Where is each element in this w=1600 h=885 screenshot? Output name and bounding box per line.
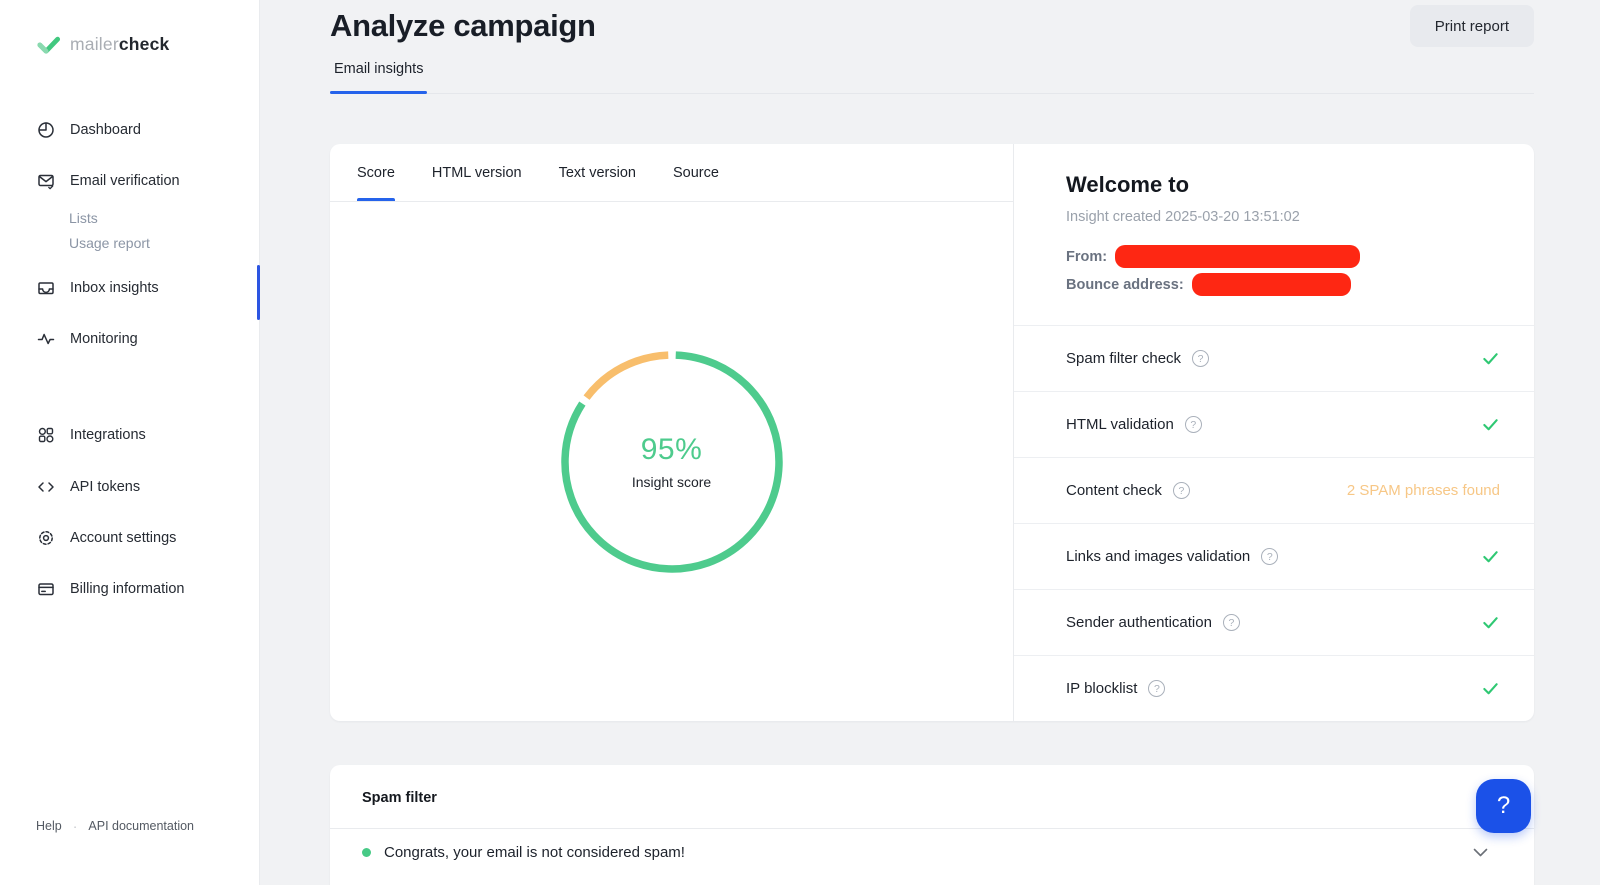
bounce-address-row: Bounce address: bbox=[1066, 273, 1502, 296]
check-pass-icon bbox=[1481, 613, 1500, 632]
question-mark-glyph: ? bbox=[1497, 792, 1510, 820]
check-row-spam-filter[interactable]: Spam filter check ? bbox=[1014, 325, 1534, 391]
sidebar-item-billing-information[interactable]: Billing information bbox=[0, 571, 259, 607]
insight-header: Welcome to Insight created 2025-03-20 13… bbox=[1014, 144, 1534, 325]
sidebar-item-label: Dashboard bbox=[70, 122, 141, 138]
sidebar-item-usage-report[interactable]: Usage report bbox=[0, 230, 259, 255]
score-tabs: Score HTML version Text version Source bbox=[330, 144, 1013, 202]
integrations-icon bbox=[37, 426, 55, 444]
sidebar-item-dashboard[interactable]: Dashboard bbox=[0, 112, 259, 148]
check-pass-icon bbox=[1481, 679, 1500, 698]
check-row-sender-authentication[interactable]: Sender authentication ? bbox=[1014, 589, 1534, 655]
sidebar-item-label: Email verification bbox=[70, 173, 180, 189]
insight-created-timestamp: Insight created 2025-03-20 13:51:02 bbox=[1066, 209, 1502, 225]
help-circle-icon[interactable]: ? bbox=[1185, 416, 1202, 433]
api-tokens-icon bbox=[37, 478, 55, 496]
from-label: From: bbox=[1066, 249, 1107, 265]
status-pass-dot bbox=[362, 848, 371, 857]
credit-card-icon bbox=[37, 580, 55, 598]
sidebar-subitem-label: Lists bbox=[69, 210, 98, 226]
insight-score-chart-area: 95% Insight score bbox=[330, 202, 1013, 721]
check-pass-icon bbox=[1481, 415, 1500, 434]
mailercheck-logo[interactable]: mailercheck bbox=[36, 32, 169, 57]
inbox-insights-icon bbox=[37, 279, 55, 297]
spam-filter-message: Congrats, your email is not considered s… bbox=[384, 844, 685, 861]
logo-check-icon bbox=[36, 32, 61, 57]
sidebar-item-monitoring[interactable]: Monitoring bbox=[0, 321, 259, 357]
check-row-links-images[interactable]: Links and images validation ? bbox=[1014, 523, 1534, 589]
from-value-redacted bbox=[1115, 245, 1360, 268]
main-content: Analyze campaign Print report Email insi… bbox=[260, 0, 1600, 885]
sidebar-item-account-settings[interactable]: Account settings bbox=[0, 520, 259, 556]
spam-filter-header: Spam filter bbox=[330, 765, 1534, 829]
page-tabs: Email insights bbox=[330, 60, 1534, 94]
dashboard-icon bbox=[37, 121, 55, 139]
page-header: Analyze campaign Print report bbox=[330, 0, 1534, 47]
print-report-button[interactable]: Print report bbox=[1410, 5, 1534, 47]
sidebar-nav: Dashboard Email verification Lists Usage… bbox=[0, 112, 259, 607]
sidebar-item-email-verification[interactable]: Email verification bbox=[0, 163, 259, 199]
help-circle-icon[interactable]: ? bbox=[1173, 482, 1190, 499]
tab-email-insights[interactable]: Email insights bbox=[330, 61, 427, 93]
check-label: Links and images validation bbox=[1066, 548, 1250, 565]
sidebar-item-label: Billing information bbox=[70, 581, 184, 597]
tab-source[interactable]: Source bbox=[673, 144, 719, 201]
check-row-content-check[interactable]: Content check ? 2 SPAM phrases found bbox=[1014, 457, 1534, 523]
help-link[interactable]: Help bbox=[36, 819, 62, 833]
from-row: From: bbox=[1066, 245, 1502, 268]
help-circle-icon[interactable]: ? bbox=[1148, 680, 1165, 697]
check-label: Sender authentication bbox=[1066, 614, 1212, 631]
sidebar-item-integrations[interactable]: Integrations bbox=[0, 417, 259, 453]
check-warning-text: 2 SPAM phrases found bbox=[1347, 482, 1500, 499]
tab-score[interactable]: Score bbox=[357, 144, 395, 201]
check-label: Spam filter check bbox=[1066, 350, 1181, 367]
sidebar-item-label: Account settings bbox=[70, 530, 176, 546]
insight-score-donut: 95% Insight score bbox=[557, 347, 787, 577]
insight-score-value: 95% bbox=[641, 433, 703, 467]
email-subject: Welcome to bbox=[1066, 172, 1502, 198]
bounce-address-label: Bounce address: bbox=[1066, 277, 1184, 293]
sidebar-item-inbox-insights[interactable]: Inbox insights bbox=[0, 270, 259, 306]
help-circle-icon[interactable]: ? bbox=[1192, 350, 1209, 367]
spam-filter-result-row[interactable]: Congrats, your email is not considered s… bbox=[330, 829, 1534, 876]
donut-center-text: 95% Insight score bbox=[557, 347, 787, 577]
sidebar-item-lists[interactable]: Lists bbox=[0, 205, 259, 230]
sidebar-item-label: Integrations bbox=[70, 427, 146, 443]
insight-summary-panel: Welcome to Insight created 2025-03-20 13… bbox=[1013, 144, 1534, 721]
brand-name: mailercheck bbox=[70, 34, 169, 55]
check-label: HTML validation bbox=[1066, 416, 1174, 433]
footer-separator: · bbox=[73, 818, 78, 834]
api-documentation-link[interactable]: API documentation bbox=[88, 819, 194, 833]
tab-html-version[interactable]: HTML version bbox=[432, 144, 522, 201]
tab-text-version[interactable]: Text version bbox=[559, 144, 636, 201]
bounce-value-redacted bbox=[1192, 273, 1351, 296]
spam-filter-title: Spam filter bbox=[362, 790, 437, 806]
sidebar-item-api-tokens[interactable]: API tokens bbox=[0, 469, 259, 505]
sidebar-item-label: Inbox insights bbox=[70, 280, 159, 296]
monitoring-icon bbox=[37, 330, 55, 348]
gear-icon bbox=[37, 529, 55, 547]
help-circle-icon[interactable]: ? bbox=[1223, 614, 1240, 631]
sidebar-subitem-label: Usage report bbox=[69, 235, 150, 251]
sidebar: mailercheck Dashboard Email verification… bbox=[0, 0, 260, 885]
sidebar-footer: Help · API documentation bbox=[36, 818, 194, 834]
check-row-html-validation[interactable]: HTML validation ? bbox=[1014, 391, 1534, 457]
help-circle-icon[interactable]: ? bbox=[1261, 548, 1278, 565]
score-panel: Score HTML version Text version Source 9… bbox=[330, 144, 1013, 721]
insight-score-label: Insight score bbox=[632, 474, 711, 490]
chevron-down-icon[interactable] bbox=[1473, 848, 1488, 857]
email-verification-icon bbox=[37, 172, 55, 190]
score-card: Score HTML version Text version Source 9… bbox=[330, 144, 1534, 721]
check-label: IP blocklist bbox=[1066, 680, 1137, 697]
check-pass-icon bbox=[1481, 349, 1500, 368]
check-pass-icon bbox=[1481, 547, 1500, 566]
spam-filter-card: Spam filter Congrats, your email is not … bbox=[330, 765, 1534, 885]
help-fab-button[interactable]: ? bbox=[1476, 779, 1531, 833]
check-label: Content check bbox=[1066, 482, 1162, 499]
check-row-ip-blocklist[interactable]: IP blocklist ? bbox=[1014, 655, 1534, 721]
page-title: Analyze campaign bbox=[330, 5, 596, 47]
sidebar-item-label: API tokens bbox=[70, 479, 140, 495]
sidebar-item-label: Monitoring bbox=[70, 331, 138, 347]
